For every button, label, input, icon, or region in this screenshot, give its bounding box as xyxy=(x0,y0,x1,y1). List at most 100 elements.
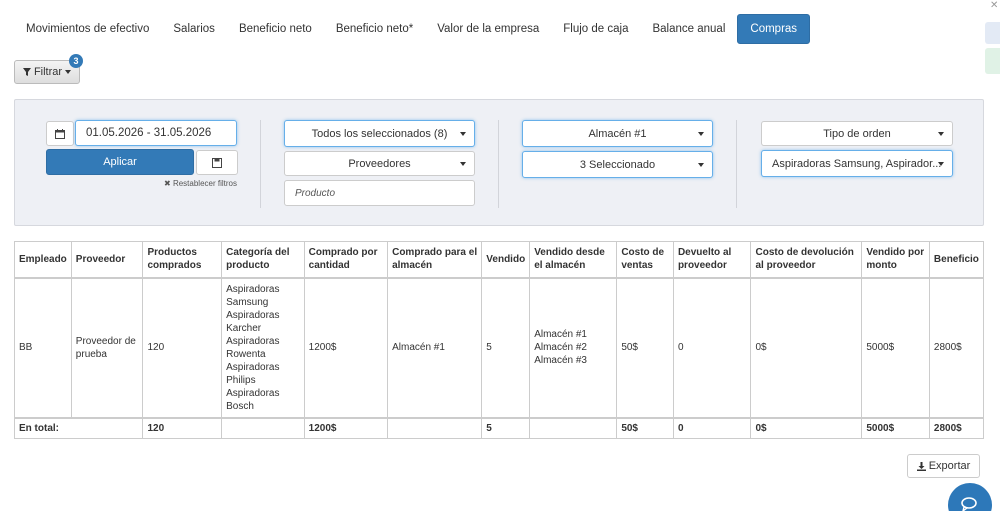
employees-select[interactable]: Todos los seleccionados (8) xyxy=(284,120,475,147)
filter-icon xyxy=(22,68,31,76)
employees-select-value: Todos los seleccionados (8) xyxy=(311,127,448,140)
warehouse-line: Almacén #3 xyxy=(534,355,587,366)
export-button[interactable]: Exportar xyxy=(907,454,980,478)
chevron-down-icon xyxy=(698,162,704,167)
tab-movimientos-de-efectivo[interactable]: Movimientos de efectivo xyxy=(14,14,161,44)
calendar-icon xyxy=(55,128,65,139)
total-bought-amount: 1200$ xyxy=(303,417,389,439)
column-header[interactable]: Productos comprados xyxy=(142,241,223,278)
side-widget-info[interactable] xyxy=(985,22,1000,44)
total-products-bought: 120 xyxy=(142,417,223,439)
filter-toggle-button[interactable]: Filtrar 3 xyxy=(14,54,83,84)
warehouse-select-value: Almacén #1 xyxy=(588,127,647,140)
total-empty xyxy=(387,417,483,439)
total-empty xyxy=(529,417,618,439)
category-line: Aspiradoras xyxy=(226,335,280,347)
category-line: Aspiradoras xyxy=(226,387,280,399)
total-profit: 2800$ xyxy=(928,417,985,439)
save-filter-button[interactable] xyxy=(196,150,238,175)
cell-profit: 2800$ xyxy=(928,277,985,418)
providers-select[interactable]: Proveedores xyxy=(284,151,475,176)
report-tabs: Movimientos de efectivo Salarios Benefic… xyxy=(14,14,811,44)
total-empty xyxy=(221,417,305,439)
category-line: Aspiradoras xyxy=(226,361,280,373)
active-filters-badge: 3 xyxy=(69,54,83,68)
save-icon xyxy=(212,157,222,168)
column-header[interactable]: Proveedor xyxy=(70,241,144,278)
side-widget-phone[interactable] xyxy=(985,48,1000,74)
table-row: BB Proveedor de prueba 120 Aspiradoras S… xyxy=(14,277,985,418)
column-header[interactable]: Costo de ventas xyxy=(616,241,674,278)
cell-products-bought: 120 xyxy=(142,277,223,418)
download-icon xyxy=(916,461,926,471)
total-returned: 0 xyxy=(672,417,752,439)
reset-filters-label: Restablecer filtros xyxy=(172,179,237,188)
order-type-select-value: Tipo de orden xyxy=(823,127,891,140)
total-cost-of-sales: 50$ xyxy=(616,417,674,439)
tab-flujo-de-caja[interactable]: Flujo de caja xyxy=(551,14,640,44)
column-header[interactable]: Empleado xyxy=(14,241,72,278)
filter-panel: 01.05.2026 - 31.05.2026 Aplicar ✖ Restab… xyxy=(14,99,984,226)
total-sold: 5 xyxy=(481,417,531,439)
chevron-down-icon xyxy=(460,161,466,166)
column-header[interactable]: Vendido xyxy=(481,241,531,278)
reset-filters-link[interactable]: ✖ Restablecer filtros xyxy=(164,179,237,188)
category-line: Rowenta xyxy=(226,348,266,360)
category-line: Philips xyxy=(226,374,256,386)
column-header[interactable]: Devuelto al proveedor xyxy=(672,241,752,278)
categories-select[interactable]: 3 Seleccionado xyxy=(522,151,713,178)
export-label: Exportar xyxy=(928,460,971,472)
warehouse-line: Almacén #1 xyxy=(534,329,587,340)
tab-compras[interactable]: Compras xyxy=(737,14,811,44)
totals-label: En total: xyxy=(13,417,144,439)
chevron-down-icon xyxy=(65,70,72,74)
column-header[interactable]: Beneficio xyxy=(928,241,985,278)
column-header[interactable]: Vendido desde el almacén xyxy=(529,241,618,278)
cell-sold-from-warehouses: Almacén #1 Almacén #2 Almacén #3 xyxy=(529,277,618,418)
products-select-value: Aspiradoras Samsung, Aspirador... xyxy=(772,157,942,170)
category-line: Bosch xyxy=(226,400,254,412)
chevron-down-icon xyxy=(938,161,944,166)
products-select[interactable]: Aspiradoras Samsung, Aspirador... xyxy=(761,150,953,177)
divider xyxy=(736,120,737,208)
product-input[interactable]: Producto xyxy=(284,180,475,206)
purchases-table: Empleado Proveedor Productos comprados C… xyxy=(13,241,985,439)
date-range-input[interactable]: 01.05.2026 - 31.05.2026 xyxy=(75,120,237,146)
chat-icon xyxy=(961,497,977,511)
column-header[interactable]: Comprado por cantidad xyxy=(303,241,389,278)
cell-sold: 5 xyxy=(481,277,531,418)
chevron-down-icon xyxy=(698,131,704,136)
tab-salarios[interactable]: Salarios xyxy=(161,14,227,44)
cell-return-cost: 0$ xyxy=(750,277,863,418)
category-line: Aspiradoras xyxy=(226,283,280,295)
close-icon: ✖ xyxy=(164,179,171,188)
cell-cost-of-sales: 50$ xyxy=(616,277,674,418)
column-header[interactable]: Vendido por monto xyxy=(861,241,930,278)
column-header[interactable]: Costo de devolución al proveedor xyxy=(750,241,863,278)
column-header[interactable]: Categoría del producto xyxy=(221,241,305,278)
column-header[interactable]: Comprado para el almacén xyxy=(387,241,483,278)
total-sold-amount: 5000$ xyxy=(861,417,930,439)
calendar-button[interactable] xyxy=(46,121,74,146)
tab-beneficio-neto[interactable]: Beneficio neto xyxy=(227,14,324,44)
cell-categories: Aspiradoras Samsung Aspiradoras Karcher … xyxy=(221,277,305,418)
order-type-select[interactable]: Tipo de orden xyxy=(761,121,953,146)
divider xyxy=(260,120,261,208)
tab-balance-anual[interactable]: Balance anual xyxy=(640,14,737,44)
cell-provider: Proveedor de prueba xyxy=(70,277,144,418)
cell-bought-for-warehouse: Almacén #1 xyxy=(387,277,483,418)
close-icon[interactable]: ✕ xyxy=(990,0,998,11)
warehouse-select[interactable]: Almacén #1 xyxy=(522,120,713,147)
apply-button[interactable]: Aplicar xyxy=(46,149,194,175)
category-line: Karcher xyxy=(226,322,262,334)
totals-row: En total: 120 1200$ 5 50$ 0 0$ 5000$ 280… xyxy=(13,417,985,439)
divider xyxy=(498,120,499,208)
chat-button[interactable] xyxy=(948,483,992,511)
cell-bought-amount: 1200$ xyxy=(303,277,389,418)
total-return-cost: 0$ xyxy=(750,417,863,439)
tab-beneficio-neto-star[interactable]: Beneficio neto* xyxy=(324,14,425,44)
chevron-down-icon xyxy=(938,131,944,136)
cell-employee: BB xyxy=(14,277,72,418)
tab-valor-de-la-empresa[interactable]: Valor de la empresa xyxy=(425,14,551,44)
cell-returned: 0 xyxy=(672,277,752,418)
